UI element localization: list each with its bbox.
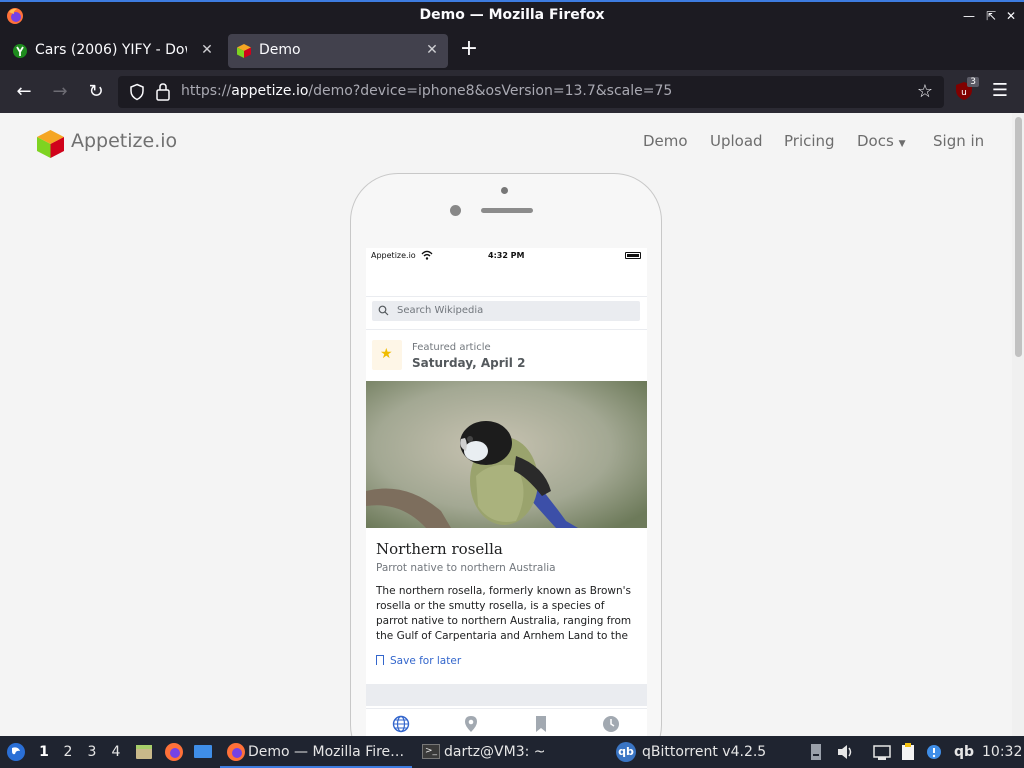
reload-icon[interactable]: ↻ — [84, 80, 108, 104]
ublock-origin-icon[interactable]: u 3 — [953, 77, 979, 102]
search-icon — [378, 305, 389, 316]
caret-down-icon: ▼ — [898, 139, 906, 149]
bookmark-icon — [376, 655, 384, 665]
taskbar-window-label: Demo — Mozilla Fire… — [248, 744, 405, 760]
window-titlebar: Demo — Mozilla Firefox — ⇱ ✕ — [0, 0, 1024, 30]
workspace-4[interactable]: 4 — [106, 736, 126, 768]
storage-tray-icon[interactable] — [806, 742, 826, 762]
ublock-badge: 3 — [967, 77, 979, 87]
tab-demo[interactable]: Demo ✕ — [228, 34, 448, 68]
featured-date: Saturday, April 2 — [412, 356, 526, 370]
url-text[interactable]: https://appetize.io/demo?device=iphone8&… — [181, 83, 672, 99]
search-placeholder: Search Wikipedia — [397, 305, 484, 316]
url-bar[interactable]: https://appetize.io/demo?device=iphone8&… — [118, 76, 944, 108]
tab-cars-yify[interactable]: Cars (2006) YIFY - Downl ✕ — [4, 34, 222, 68]
window-title: Demo — Mozilla Firefox — [419, 7, 605, 23]
workspace-1[interactable]: 1 — [34, 736, 54, 768]
terminal-icon: >_ — [422, 744, 440, 759]
earpiece-speaker — [481, 208, 533, 213]
file-manager-icon[interactable] — [134, 742, 154, 762]
navigation-toolbar: ← → ↻ https://appetize.io/demo?device=ip… — [0, 70, 1024, 113]
nav-docs-label: Docs — [857, 132, 894, 150]
battery-icon — [625, 252, 641, 259]
history-clock-icon[interactable] — [602, 715, 620, 733]
status-time: 4:32 PM — [488, 251, 525, 260]
restore-icon[interactable]: ⇱ — [984, 8, 998, 24]
scrollbar-thumb[interactable] — [1015, 117, 1022, 357]
taskbar-window-label: qBittorrent v4.2.5 — [642, 744, 767, 760]
app-menu-icon[interactable] — [6, 742, 26, 762]
ios-status-bar: Appetize.io 4:32 PM — [366, 248, 647, 264]
saved-bookmark-icon[interactable] — [532, 715, 550, 733]
divider — [366, 329, 647, 330]
taskbar-window-terminal[interactable]: >_ dartz@VM3: ~ — [418, 736, 598, 768]
article-photo[interactable] — [366, 381, 647, 528]
volume-icon[interactable] — [835, 742, 855, 762]
explore-globe-icon[interactable] — [392, 715, 410, 733]
firefox-icon — [227, 743, 245, 761]
workspace-3[interactable]: 3 — [82, 736, 102, 768]
appetize-favicon-icon — [237, 44, 251, 58]
northern-rosella-illustration — [366, 381, 647, 528]
device-screen[interactable]: Appetize.io 4:32 PM Search Wikipedia ★ F… — [366, 248, 647, 736]
article-extract[interactable]: The northern rosella, formerly known as … — [376, 584, 638, 644]
yify-favicon-icon — [13, 44, 27, 58]
appetize-cube-icon — [37, 130, 64, 158]
taskbar-window-qbittorrent[interactable]: qb qBittorrent v4.2.5 — [614, 736, 794, 768]
nav-upload-link[interactable]: Upload — [710, 132, 763, 150]
front-camera — [501, 187, 508, 194]
save-for-later-button[interactable]: Save for later — [376, 654, 461, 667]
carrier-label: Appetize.io — [371, 251, 416, 260]
bookmark-star-icon[interactable]: ☆ — [914, 81, 936, 103]
close-tab-icon[interactable]: ✕ — [198, 41, 216, 59]
svg-text:u: u — [961, 88, 967, 98]
featured-kicker: Featured article — [412, 342, 491, 353]
firefox-launcher-icon[interactable] — [164, 742, 184, 762]
forward-arrow-icon[interactable]: → — [48, 80, 72, 104]
save-label: Save for later — [390, 655, 462, 667]
feed-separator — [366, 684, 647, 706]
hamburger-menu-icon[interactable]: ☰ — [990, 80, 1010, 102]
clipboard-tray-icon[interactable] — [898, 742, 918, 762]
network-tray-icon[interactable] — [872, 742, 892, 762]
wikipedia-search-field[interactable]: Search Wikipedia — [372, 301, 640, 321]
featured-star-badge: ★ — [372, 340, 402, 370]
article-title[interactable]: Northern rosella — [376, 540, 503, 558]
desktop-show-icon[interactable] — [193, 742, 213, 762]
tab-label: Cars (2006) YIFY - Downl — [35, 42, 187, 58]
article-description: Parrot native to northern Australia — [376, 562, 556, 574]
places-pin-icon[interactable] — [462, 715, 480, 733]
nav-demo-link[interactable]: Demo — [643, 132, 688, 150]
clock[interactable]: 10:32 — [982, 736, 1022, 768]
nav-docs-dropdown[interactable]: Docs ▼ — [857, 132, 906, 150]
qbittorrent-icon: qb — [616, 742, 636, 762]
proximity-sensor — [450, 205, 461, 216]
minimize-icon[interactable]: — — [962, 8, 976, 24]
web-page: Appetize.io Demo Upload Pricing Docs ▼ S… — [0, 113, 1024, 736]
workspace-2[interactable]: 2 — [58, 736, 78, 768]
new-tab-button[interactable]: + — [458, 38, 480, 60]
tab-strip: Cars (2006) YIFY - Downl ✕ Demo ✕ — [0, 30, 1024, 70]
brand-name: Appetize.io — [71, 130, 178, 152]
desktop-taskbar: 1 2 3 4 Demo — Mozilla Fire… >_ dartz@VM… — [0, 736, 1024, 768]
close-tab-icon[interactable]: ✕ — [423, 41, 441, 59]
nav-signin-link[interactable]: Sign in — [933, 132, 984, 150]
divider — [366, 296, 647, 297]
lock-icon[interactable] — [155, 82, 171, 102]
taskbar-window-firefox[interactable]: Demo — Mozilla Fire… — [220, 736, 412, 768]
tracking-shield-icon[interactable] — [128, 83, 146, 101]
back-arrow-icon[interactable]: ← — [12, 80, 36, 104]
close-window-icon[interactable]: ✕ — [1004, 8, 1018, 24]
app-tab-bar — [366, 708, 647, 736]
page-scrollbar[interactable] — [1012, 113, 1024, 736]
qbittorrent-tray-icon[interactable]: qb — [954, 736, 974, 768]
star-icon: ★ — [380, 346, 393, 362]
taskbar-window-label: dartz@VM3: ~ — [444, 744, 546, 760]
tab-label: Demo — [259, 42, 301, 58]
nav-pricing-link[interactable]: Pricing — [784, 132, 835, 150]
update-notifier-icon[interactable] — [924, 742, 944, 762]
wifi-icon — [421, 250, 433, 260]
